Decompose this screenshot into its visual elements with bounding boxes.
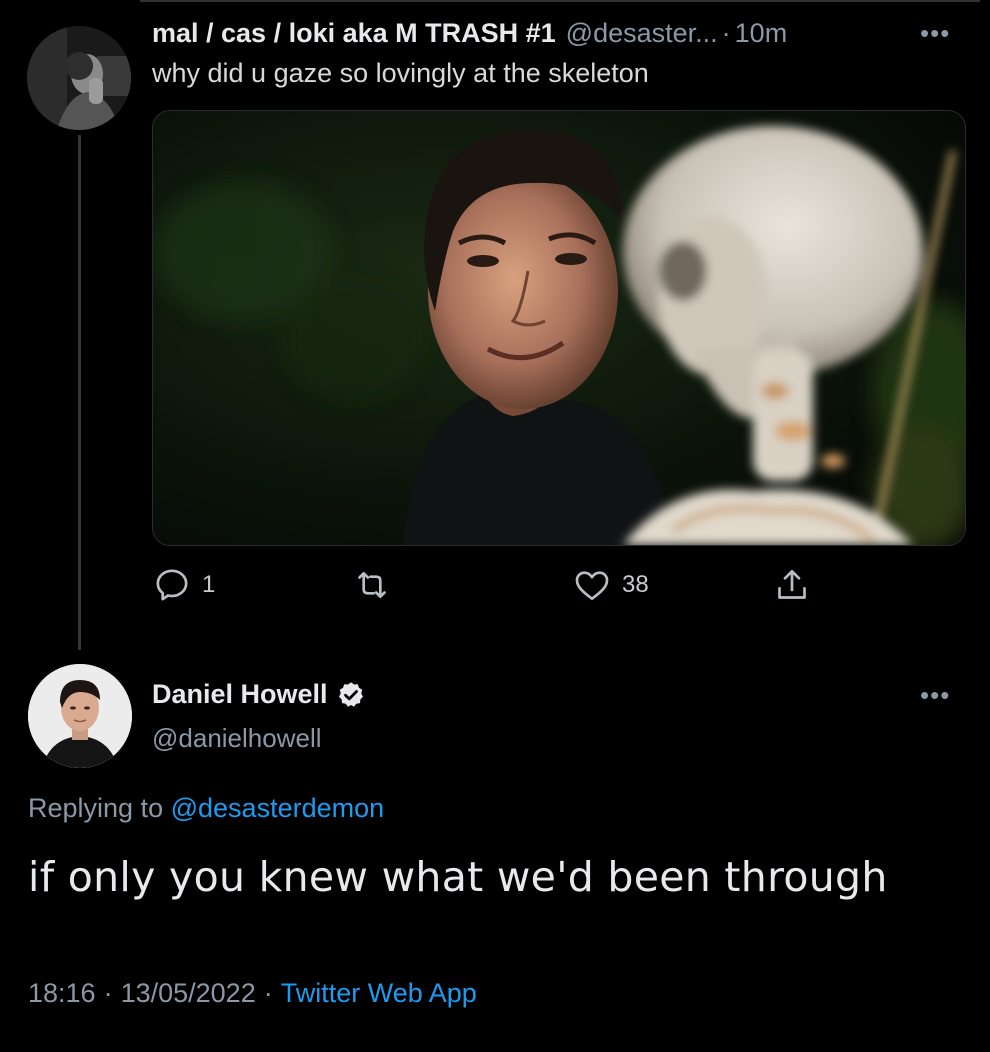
- tweet-time[interactable]: 10m: [735, 18, 788, 49]
- source-app-link[interactable]: Twitter Web App: [281, 978, 477, 1008]
- reply-count: 1: [202, 571, 216, 598]
- like-button[interactable]: 38: [572, 560, 649, 610]
- tweet-date[interactable]: 13/05/2022: [121, 978, 256, 1008]
- separator-dot: ·: [721, 17, 731, 48]
- main-tweet-text: if only you knew what we'd been through: [28, 853, 888, 901]
- more-dots-icon[interactable]: •••: [920, 680, 950, 710]
- reply-button[interactable]: 1: [152, 560, 215, 610]
- speech-bubble-icon: [156, 569, 188, 601]
- share-upload-icon: [778, 570, 806, 599]
- parent-tweet-header: mal / cas / loki aka M TRASH #1 @desaste…: [152, 15, 787, 51]
- author-name[interactable]: Daniel Howell: [152, 679, 328, 710]
- author-name[interactable]: mal / cas / loki aka M TRASH #1: [152, 18, 556, 49]
- replying-to-link[interactable]: @desasterdemon: [171, 793, 385, 823]
- retweet-button[interactable]: [352, 560, 402, 610]
- retweet-arrows-icon: [358, 572, 386, 598]
- verified-badge-icon: [338, 681, 363, 707]
- tweet-time[interactable]: 18:16: [28, 978, 96, 1008]
- thread-connector-line: [78, 135, 81, 650]
- divider: [140, 0, 980, 2]
- author-handle[interactable]: @desaster...: [566, 18, 718, 49]
- avatar-photo: [28, 664, 132, 768]
- parent-tweet-text: why did u gaze so lovingly at the skelet…: [152, 58, 649, 88]
- replying-to-line: Replying to @desasterdemon: [28, 793, 384, 824]
- tweet-media-image[interactable]: [152, 110, 966, 546]
- tweet-metadata: 18:16 · 13/05/2022 · Twitter Web App: [28, 978, 477, 1009]
- author-handle[interactable]: @danielhowell: [152, 723, 322, 754]
- separator-dot: ·: [263, 978, 273, 1008]
- avatar-photo: [27, 26, 131, 130]
- like-count: 38: [622, 571, 649, 598]
- author-name-row: Daniel Howell: [152, 679, 366, 710]
- separator-dot: ·: [103, 978, 113, 1008]
- photo-man-and-skeleton: [153, 111, 965, 545]
- avatar[interactable]: [28, 664, 132, 768]
- avatar[interactable]: [27, 26, 131, 130]
- parent-tweet-actions: 1 38: [152, 560, 852, 610]
- heart-icon: [575, 571, 609, 600]
- more-dots-icon[interactable]: •••: [920, 18, 950, 48]
- share-button[interactable]: [772, 560, 812, 610]
- replying-prefix: Replying to: [28, 793, 164, 823]
